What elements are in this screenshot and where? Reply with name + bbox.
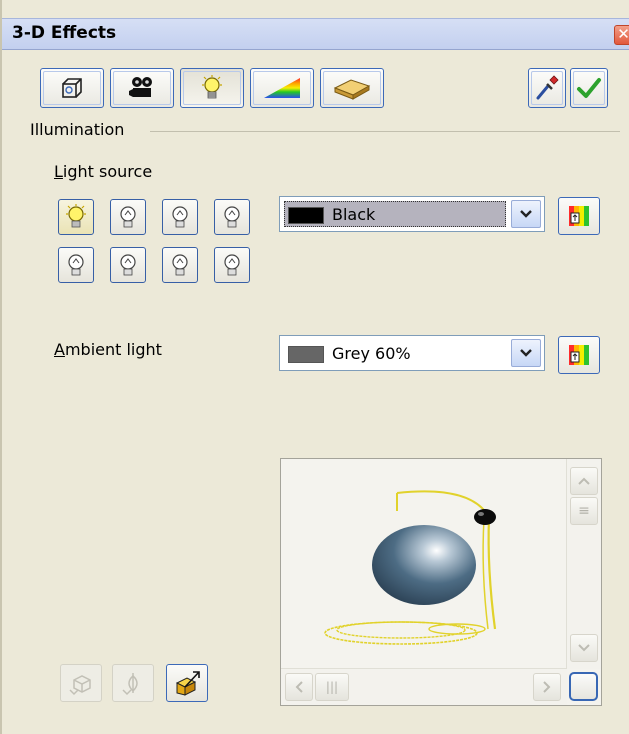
chevron-right-icon: [543, 681, 551, 693]
lightbulb-off-icon: [120, 254, 136, 276]
perspective-button[interactable]: [166, 664, 208, 702]
material-button[interactable]: [320, 68, 384, 108]
apply-button[interactable]: [570, 68, 608, 108]
convert-to-lathe-icon: [122, 673, 138, 696]
geometry-button[interactable]: [40, 68, 104, 108]
assign-button[interactable]: [528, 68, 566, 108]
chevron-down-icon: [578, 644, 590, 652]
light-source-label-access-key: L: [54, 162, 63, 181]
shading-button[interactable]: [110, 68, 174, 108]
convert-to-3d-button[interactable]: [60, 664, 102, 702]
ambient-light-color-value: Grey 60%: [332, 344, 411, 363]
lightbulb-off-icon: [172, 206, 188, 228]
ambient-color-swatch: [288, 346, 324, 363]
lightbulb-off-icon: [68, 254, 84, 276]
convert-to-3d-icon: [69, 675, 91, 696]
light-source-8-button[interactable]: [214, 247, 250, 283]
light-color-swatch: [288, 207, 324, 224]
light-source-color-value: Black: [332, 205, 376, 224]
scroll-down-button[interactable]: [570, 634, 598, 662]
scroll-right-button[interactable]: [533, 673, 561, 701]
perspective-icon: [175, 671, 200, 696]
light-source-color-select[interactable]: Black: [279, 196, 545, 232]
chevron-down-icon: [520, 349, 532, 357]
light-source-label: Light source: [54, 162, 152, 181]
ambient-light-color-dialog-button[interactable]: [558, 336, 600, 374]
convert-to-lathe-button[interactable]: [112, 664, 154, 702]
light-source-2-button[interactable]: [110, 199, 146, 235]
close-button[interactable]: ✕: [614, 25, 629, 45]
preview-scene: [324, 490, 497, 645]
ambient-light-color-select[interactable]: Grey 60%: [279, 335, 545, 371]
chevron-left-icon: [295, 681, 303, 693]
light-source-7-button[interactable]: [162, 247, 198, 283]
scroll-up-button[interactable]: [570, 467, 598, 495]
color-palette-icon: [569, 206, 589, 226]
panel-title: 3-D Effects: [12, 23, 117, 43]
title-bar: 3-D Effects ✕: [2, 18, 629, 50]
scroll-left-button[interactable]: [285, 673, 313, 701]
ambient-light-label-access-key: A: [54, 340, 65, 359]
light-source-1-button[interactable]: [58, 199, 94, 235]
chevron-down-icon: [520, 210, 532, 218]
lightbulb-off-icon: [224, 206, 240, 228]
light-source-dropdown-button[interactable]: [511, 200, 541, 228]
lightbulb-off-icon: [120, 206, 136, 228]
preview-vertical-scrollbar[interactable]: ≡: [566, 459, 601, 669]
light-source-4-button[interactable]: [214, 199, 250, 235]
light-source-5-button[interactable]: [58, 247, 94, 283]
3d-effects-panel: 3-D Effects ✕ Illumination Light source …: [0, 0, 629, 734]
illumination-button[interactable]: [180, 68, 244, 108]
scroll-h-grip: |||: [325, 680, 339, 694]
scroll-vertical-thumb[interactable]: ≡: [570, 497, 598, 525]
lightbulb-on-icon: [66, 204, 86, 228]
textures-button[interactable]: [250, 68, 314, 108]
light-source-6-button[interactable]: [110, 247, 146, 283]
color-palette-icon: [569, 345, 589, 365]
section-divider: [150, 131, 620, 132]
light-source-color-dialog-button[interactable]: [558, 197, 600, 235]
light-source-label-rest: ight source: [62, 162, 153, 181]
light-source-3-button[interactable]: [162, 199, 198, 235]
chevron-up-icon: [578, 477, 590, 485]
lightbulb-off-icon: [224, 254, 240, 276]
ambient-light-label-rest: mbient light: [64, 340, 162, 359]
ambient-light-dropdown-button[interactable]: [511, 339, 541, 367]
scroll-v-grip: ≡: [578, 503, 590, 519]
ambient-light-label: Ambient light: [54, 340, 162, 359]
preview-horizontal-scrollbar[interactable]: |||: [281, 668, 567, 705]
scroll-horizontal-thumb[interactable]: |||: [315, 673, 349, 701]
illumination-section-label: Illumination: [30, 120, 125, 139]
preview-mode-toggle[interactable]: [569, 672, 598, 701]
lightbulb-off-icon: [172, 254, 188, 276]
